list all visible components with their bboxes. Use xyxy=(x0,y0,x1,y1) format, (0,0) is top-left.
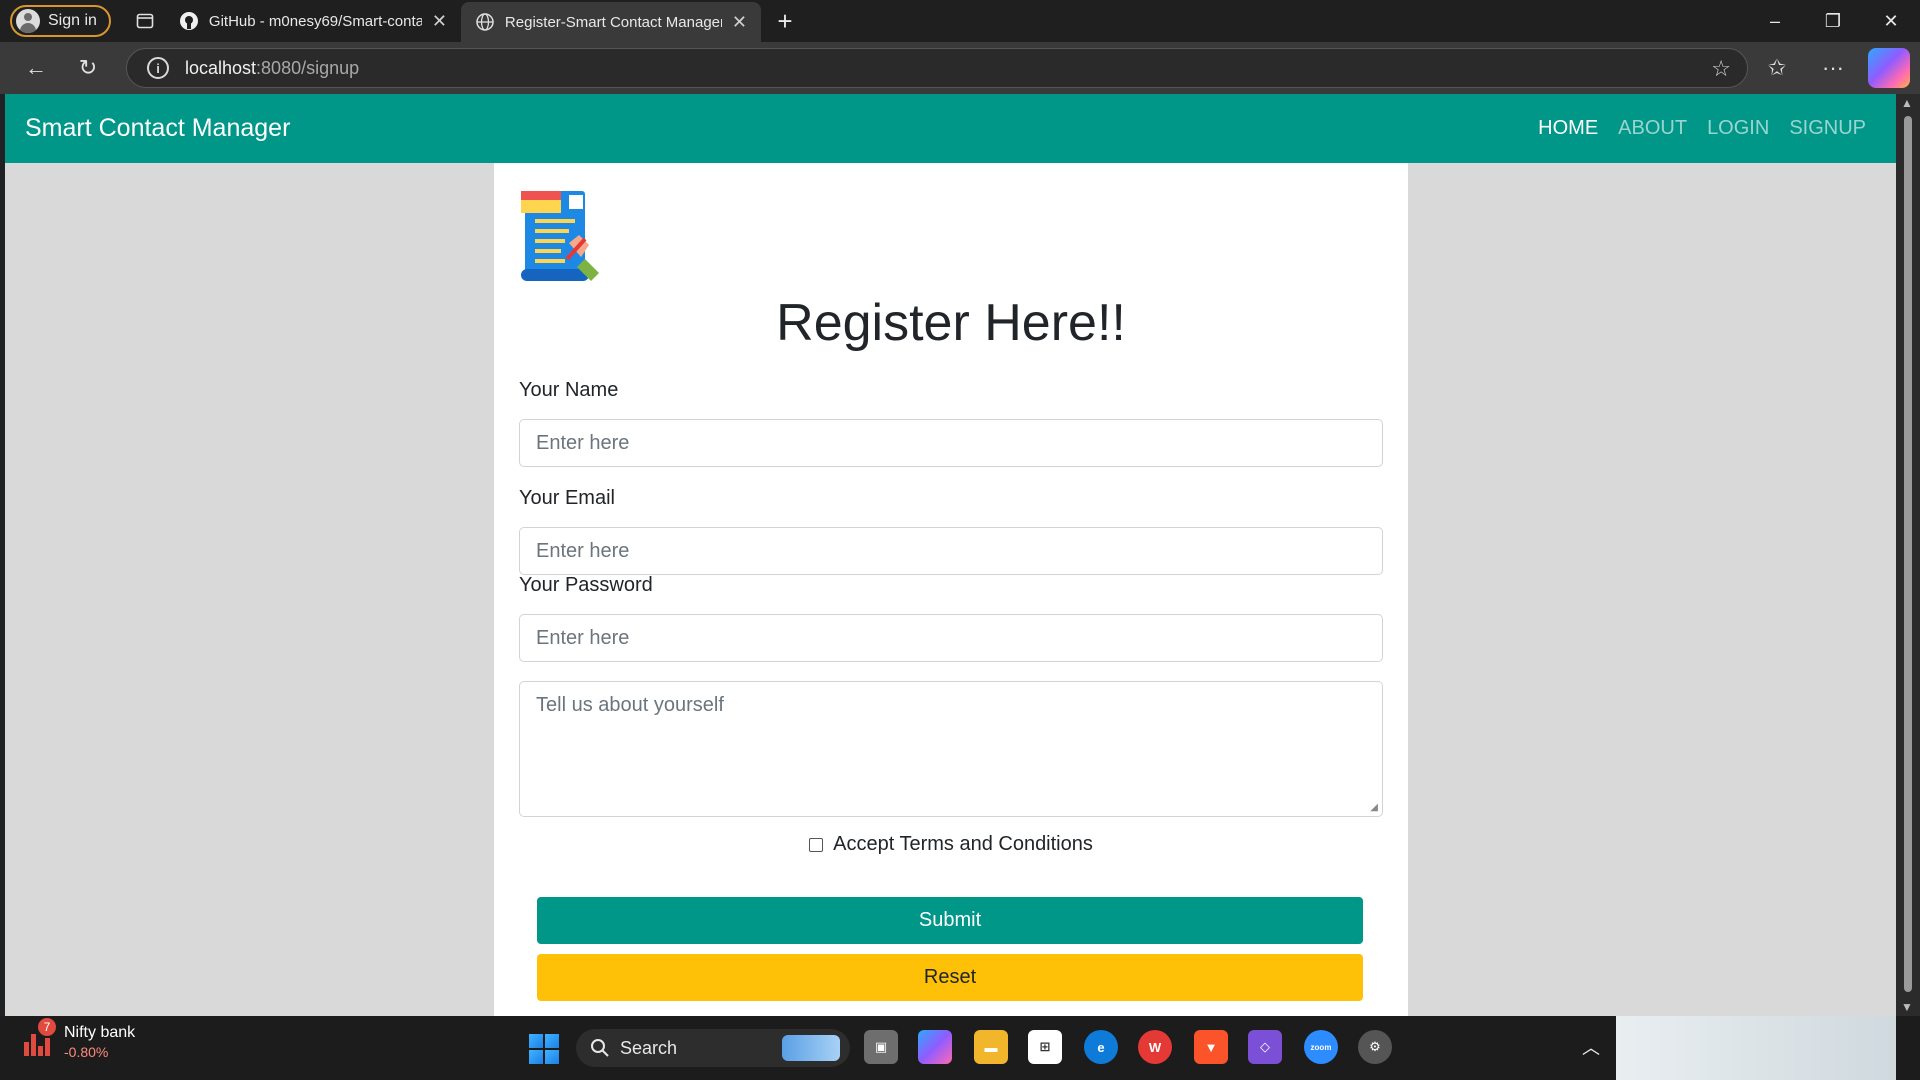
tab-actions-button[interactable] xyxy=(125,5,165,37)
brave-browser-icon[interactable]: ▼ xyxy=(1194,1030,1228,1064)
navbar-brand[interactable]: Smart Contact Manager xyxy=(25,114,290,143)
edge-browser-icon[interactable]: e xyxy=(1084,1030,1118,1064)
nav-link-signup[interactable]: SIGNUP xyxy=(1789,117,1866,140)
tab-register[interactable]: Register-Smart Contact Manager ✕ xyxy=(460,2,761,42)
signin-label: Sign in xyxy=(48,12,97,29)
profile-avatar-icon xyxy=(16,9,40,33)
stocks-widget[interactable]: 7 Nifty bank -0.80% xyxy=(24,1018,136,1060)
name-input[interactable]: Enter here xyxy=(519,419,1383,467)
toolbar-right-buttons: ✩ ··· xyxy=(1756,48,1910,88)
address-bar[interactable]: i localhost:8080/signup ☆ xyxy=(126,48,1748,88)
favorites-icon[interactable]: ✩ xyxy=(1756,48,1798,88)
tab-actions-icon xyxy=(136,13,154,29)
password-input[interactable]: Enter here xyxy=(519,614,1383,662)
task-view-icon[interactable]: ▣ xyxy=(864,1030,898,1064)
terms-label[interactable]: Accept Terms and Conditions xyxy=(833,833,1093,856)
settings-gear-icon[interactable]: ⚙ xyxy=(1358,1030,1392,1064)
submit-button[interactable]: Submit xyxy=(537,897,1363,944)
stock-chart-icon: 7 xyxy=(24,1018,56,1060)
page-viewport: Smart Contact Manager HOME ABOUT LOGIN S… xyxy=(5,94,1896,1016)
nav-link-login[interactable]: LOGIN xyxy=(1707,117,1769,140)
browser-toolbar: ← ↻ i localhost:8080/signup ☆ ✩ ··· xyxy=(0,42,1920,94)
widget-title: Nifty bank xyxy=(64,1024,136,1041)
scrollbar-thumb[interactable] xyxy=(1904,116,1912,992)
close-tab-icon[interactable]: ✕ xyxy=(732,12,747,33)
back-button[interactable]: ← xyxy=(10,48,62,88)
profile-signin-button[interactable]: Sign in xyxy=(10,5,111,37)
about-textarea[interactable]: Tell us about yourself ◢ xyxy=(519,681,1383,817)
zoom-app-icon[interactable]: zoom xyxy=(1304,1030,1338,1064)
page-scrollbar[interactable]: ▲ ▼ xyxy=(1896,94,1920,1016)
desktop-preview-thumbnail[interactable] xyxy=(1616,1016,1896,1080)
url-text[interactable]: localhost:8080/signup xyxy=(185,58,359,79)
tab-title: GitHub - m0nesy69/Smart-contac xyxy=(208,12,422,30)
taskbar-search[interactable]: Search xyxy=(576,1029,850,1067)
wps-office-icon[interactable]: W xyxy=(1138,1030,1172,1064)
register-card: Register Here!! Your Name Enter here You… xyxy=(494,163,1408,1016)
page-title: Register Here!! xyxy=(776,294,1126,352)
email-label: Your Email xyxy=(519,487,615,509)
site-navbar: Smart Contact Manager HOME ABOUT LOGIN S… xyxy=(5,94,1896,163)
notification-badge: 7 xyxy=(38,1018,56,1036)
windows-taskbar: 7 Nifty bank -0.80% Search ▣ ▬ ⊞ e W ▼ ◇… xyxy=(0,1016,1920,1080)
visual-studio-icon[interactable]: ◇ xyxy=(1248,1030,1282,1064)
new-tab-button[interactable]: + xyxy=(767,5,803,37)
copilot-icon xyxy=(1868,48,1910,88)
window-controls: – ❐ ✕ xyxy=(1746,0,1920,42)
navbar-links: HOME ABOUT LOGIN SIGNUP xyxy=(1538,94,1866,163)
tab-title: Register-Smart Contact Manager xyxy=(504,13,722,31)
scroll-down-icon[interactable]: ▼ xyxy=(1901,1000,1913,1014)
about-placeholder: Tell us about yourself xyxy=(536,694,724,716)
resize-grip-icon[interactable]: ◢ xyxy=(1370,802,1378,813)
minimize-icon[interactable]: – xyxy=(1746,0,1804,42)
close-window-icon[interactable]: ✕ xyxy=(1862,0,1920,42)
favorite-star-icon[interactable]: ☆ xyxy=(1711,56,1731,82)
password-label: Your Password xyxy=(519,574,653,596)
register-document-icon xyxy=(521,191,599,281)
nav-link-about[interactable]: ABOUT xyxy=(1618,117,1687,140)
copilot-app-icon[interactable] xyxy=(918,1030,952,1064)
search-icon xyxy=(591,1039,609,1057)
nav-link-home[interactable]: HOME xyxy=(1538,117,1598,140)
browser-tab-strip: Sign in GitHub - m0nesy69/Smart-contac ✕… xyxy=(0,0,1920,42)
terms-checkbox[interactable] xyxy=(809,837,824,852)
name-label: Your Name xyxy=(519,379,619,401)
search-highlight-icon xyxy=(782,1035,840,1061)
globe-icon xyxy=(476,13,494,31)
widget-value: -0.80% xyxy=(64,1044,109,1060)
file-explorer-icon[interactable]: ▬ xyxy=(974,1030,1008,1064)
more-menu-icon[interactable]: ··· xyxy=(1812,48,1854,88)
restore-icon[interactable]: ❐ xyxy=(1804,0,1862,42)
tab-github[interactable]: GitHub - m0nesy69/Smart-contac ✕ xyxy=(165,0,461,42)
back-arrow-icon: ← xyxy=(25,55,47,80)
reset-button[interactable]: Reset xyxy=(537,954,1363,1001)
microsoft-store-icon[interactable]: ⊞ xyxy=(1028,1030,1062,1064)
github-icon xyxy=(179,12,198,30)
email-input[interactable]: Enter here xyxy=(519,527,1383,575)
reload-icon: ↻ xyxy=(78,55,98,80)
site-info-icon[interactable]: i xyxy=(147,57,169,79)
windows-start-icon[interactable] xyxy=(529,1034,559,1064)
close-tab-icon[interactable]: ✕ xyxy=(432,11,447,32)
search-label: Search xyxy=(620,1037,678,1058)
reload-button[interactable]: ↻ xyxy=(62,48,114,88)
scroll-up-icon[interactable]: ▲ xyxy=(1901,96,1913,110)
terms-row: Accept Terms and Conditions xyxy=(494,833,1408,856)
tray-overflow-chevron-icon[interactable]: ︿ xyxy=(1582,1034,1600,1060)
copilot-button[interactable] xyxy=(1868,48,1910,88)
